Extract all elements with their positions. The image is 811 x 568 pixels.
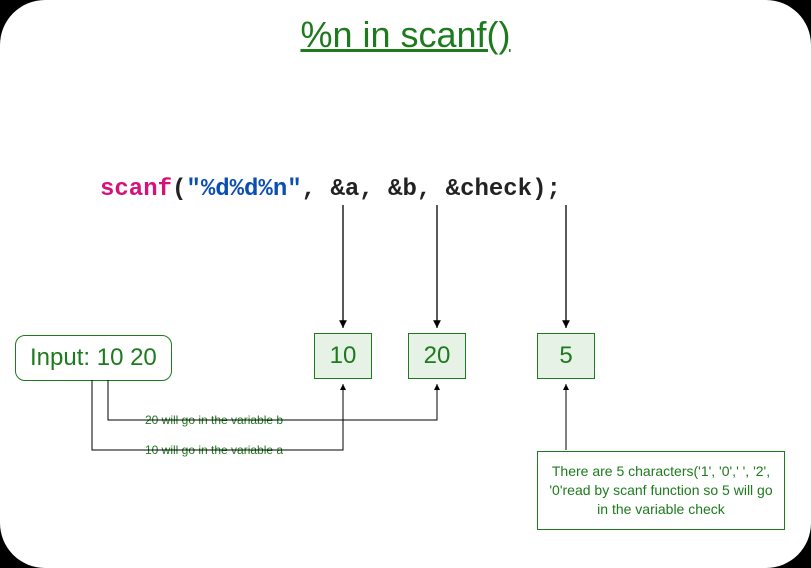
caption-b: 20 will go in the variable b — [145, 413, 283, 427]
input-box: Input: 10 20 — [15, 335, 172, 381]
caption-a: 10 will go in the variable a — [145, 443, 283, 457]
code-line: scanf("%d%d%n", &a, &b, &check); — [100, 176, 561, 203]
page-title: %n in scanf() — [0, 14, 811, 56]
value-box-check: 5 — [537, 333, 595, 379]
code-function: scanf — [100, 176, 172, 203]
code-format-string: "%d%d%n" — [186, 176, 301, 203]
value-box-a: 10 — [314, 333, 372, 379]
explanation-box: There are 5 characters('1', '0',' ', '2'… — [537, 451, 785, 530]
code-open-paren: ( — [172, 176, 186, 203]
value-box-b: 20 — [408, 333, 466, 379]
code-args: , &a, &b, &check); — [302, 176, 561, 203]
